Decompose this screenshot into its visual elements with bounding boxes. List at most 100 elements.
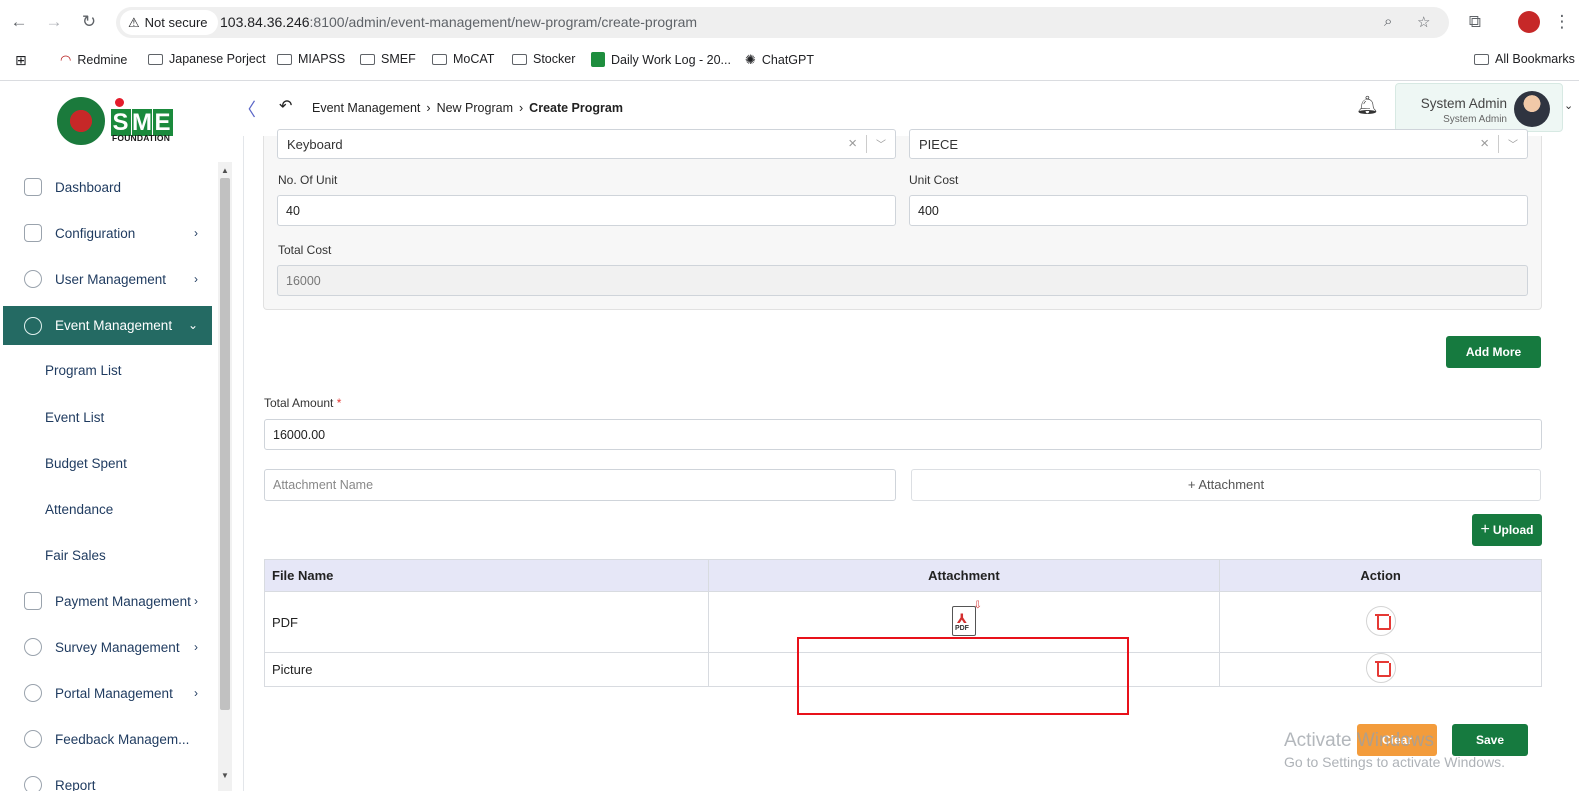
breadcrumb-separator-icon: ›	[426, 101, 431, 115]
attachment-name-input[interactable]: Attachment Name	[264, 469, 896, 501]
unit-cost-label: Unit Cost	[909, 173, 959, 187]
bookmark-mocat[interactable]: MoCAT	[432, 52, 494, 66]
sidebar-scroll-thumb[interactable]	[220, 178, 230, 710]
all-bookmarks[interactable]: All Bookmarks	[1474, 52, 1575, 66]
total-amount-input[interactable]: 16000.00	[264, 419, 1542, 450]
security-chip[interactable]: ⚠ Not secure	[120, 10, 218, 35]
profile-avatar[interactable]	[1518, 11, 1540, 33]
chevron-right-icon: ›	[194, 226, 198, 240]
folder-icon	[277, 53, 292, 65]
zoom-icon[interactable]: ⌕	[1384, 13, 1392, 30]
logo-foundation-text: FOUNDATION	[112, 133, 171, 143]
sidebar-item-user-management[interactable]: User Management ›	[3, 260, 212, 298]
submenu-program-list[interactable]: Program List	[45, 363, 122, 378]
logo-area[interactable]: S ME FOUNDATION	[0, 82, 232, 162]
no-of-unit-label: No. Of Unit	[278, 173, 338, 187]
submenu-budget-spent[interactable]: Budget Spent	[45, 456, 127, 471]
bookmark-miapss[interactable]: MIAPSS	[277, 52, 345, 66]
back-arrow-icon[interactable]: ←	[9, 12, 29, 32]
folder-icon	[512, 53, 527, 65]
column-header-action: Action	[1219, 559, 1542, 592]
sidebar-item-dashboard[interactable]: Dashboard	[3, 168, 212, 206]
logo-letter-s: S	[111, 109, 131, 136]
address-bar[interactable]: ⚠ Not secure 103.84.36.246:8100/admin/ev…	[116, 7, 1449, 38]
bookmark-stocker[interactable]: Stocker	[512, 52, 575, 66]
notification-bell-icon[interactable]: 🔔︎	[1356, 95, 1379, 116]
chevron-down-icon[interactable]: ﹀	[1508, 136, 1518, 151]
reload-icon[interactable]: ↻	[79, 12, 99, 32]
scroll-down-arrow-icon[interactable]: ▼	[221, 771, 229, 780]
configuration-icon	[24, 224, 42, 242]
column-header-file-name: File Name	[264, 559, 709, 592]
event-lock-icon	[24, 316, 42, 335]
survey-pie-icon	[24, 638, 42, 656]
breadcrumb-event-management[interactable]: Event Management	[312, 101, 420, 115]
sidebar-scrollbar[interactable]: ▲ ▼	[218, 162, 232, 791]
required-asterisk: *	[336, 396, 342, 410]
avatar	[1514, 91, 1550, 127]
delete-trash-icon[interactable]	[1365, 605, 1396, 636]
bookmark-smef[interactable]: SMEF	[360, 52, 416, 66]
chevron-down-icon[interactable]: ﹀	[876, 136, 886, 151]
watermark-line-2: Go to Settings to activate Windows.	[1284, 754, 1505, 770]
pdf-file-icon[interactable]: ⅄ PDF ⇩	[951, 600, 982, 636]
collapse-sidebar-icon[interactable]: 〈	[238, 96, 256, 122]
clear-x-icon[interactable]: ×	[1480, 135, 1489, 152]
sidebar-item-feedback-management[interactable]: Feedback Managem...	[3, 720, 212, 758]
upload-button[interactable]: + Upload	[1472, 514, 1542, 546]
apps-grid-icon[interactable]: ⊞	[15, 52, 27, 69]
no-of-unit-input[interactable]: 40	[277, 195, 896, 226]
bookmark-daily-work-log[interactable]: Daily Work Log - 20...	[591, 52, 731, 67]
url-path: :8100/admin/event-management/new-program…	[309, 14, 698, 30]
forward-arrow-icon[interactable]: →	[44, 12, 64, 32]
star-icon[interactable]: ☆	[1417, 13, 1430, 31]
menu-dots-icon[interactable]: ⋮	[1552, 12, 1572, 32]
select-separator	[866, 135, 867, 153]
file-name-cell: Picture	[264, 652, 709, 687]
budget-item-card: Keyboard × ﹀ PIECE × ﹀ No. Of Unit 40 Un…	[263, 129, 1542, 310]
submenu-fair-sales[interactable]: Fair Sales	[45, 548, 106, 563]
scroll-up-arrow-icon[interactable]: ▲	[221, 166, 229, 175]
bookmark-redmine[interactable]: ◠ Redmine	[60, 52, 127, 68]
sidebar-item-event-management[interactable]: Event Management ⌄	[3, 306, 212, 345]
total-cost-input: 16000	[277, 265, 1528, 296]
delete-trash-icon[interactable]	[1365, 653, 1396, 683]
submenu-event-list[interactable]: Event List	[45, 410, 104, 425]
add-more-button[interactable]: Add More	[1446, 336, 1541, 368]
attachment-button[interactable]: + Attachment	[911, 469, 1541, 501]
unit-type-select[interactable]: PIECE × ﹀	[909, 129, 1528, 159]
url-text[interactable]: 103.84.36.246:8100/admin/event-managemen…	[220, 14, 697, 30]
unit-cost-input[interactable]: 400	[909, 195, 1528, 226]
breadcrumb-new-program[interactable]: New Program	[437, 101, 513, 115]
extensions-icon[interactable]: ⧉	[1465, 12, 1485, 32]
main-content: Keyboard × ﹀ PIECE × ﹀ No. Of Unit 40 Un…	[243, 129, 1579, 791]
undo-back-icon[interactable]: ↶	[279, 96, 292, 116]
action-cell	[1219, 652, 1542, 687]
sidebar-item-survey-management[interactable]: Survey Management ›	[3, 628, 212, 666]
logo-letter-e: E	[153, 109, 173, 136]
sidebar-item-portal-management[interactable]: Portal Management ›	[3, 674, 212, 712]
user-name: System Admin	[1420, 96, 1507, 111]
download-arrow-icon: ⇩	[973, 599, 982, 611]
chevron-right-icon: ›	[194, 594, 198, 608]
logo-dot	[115, 98, 124, 107]
user-shield-icon	[24, 270, 42, 288]
item-select[interactable]: Keyboard × ﹀	[277, 129, 896, 159]
sidebar-item-configuration[interactable]: Configuration ›	[3, 214, 212, 252]
bookmark-chatgpt[interactable]: ✺ ChatGPT	[745, 52, 814, 68]
submenu-attendance[interactable]: Attendance	[45, 502, 113, 517]
bookmark-japanese-porject[interactable]: Japanese Porject	[148, 52, 266, 66]
chevron-down-icon[interactable]: ⌄	[1564, 99, 1573, 112]
sidebar-menu: Dashboard Configuration › User Managemen…	[0, 162, 214, 791]
action-cell	[1219, 591, 1542, 653]
sidebar-item-report[interactable]: Report	[3, 766, 212, 791]
folder-icon	[432, 53, 447, 65]
clear-x-icon[interactable]: ×	[848, 135, 857, 152]
chevron-down-icon: ⌄	[187, 318, 198, 332]
sidebar-item-payment-management[interactable]: Payment Management ›	[3, 582, 212, 620]
activate-windows-watermark: Activate Windows Go to Settings to activ…	[1284, 730, 1505, 770]
feedback-icon	[24, 730, 42, 748]
chatgpt-icon: ✺	[745, 52, 756, 67]
user-profile-menu[interactable]: System Admin System Admin	[1395, 83, 1563, 132]
pdf-icon-label: PDF	[954, 624, 969, 632]
